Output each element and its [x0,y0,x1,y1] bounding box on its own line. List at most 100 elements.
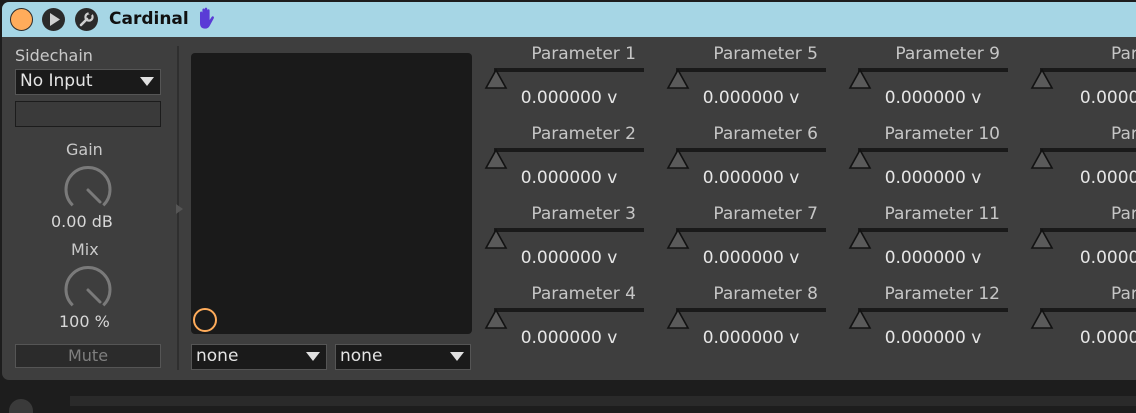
parameter-slider[interactable]: Parameter 6 0.000000 v [666,124,836,204]
parameter-name: Parameter 4 [531,284,636,304]
parameter-track[interactable] [676,148,826,152]
parameter-name: Parameter 8 [713,284,818,304]
parameter-value: 0.000000 v [884,248,982,268]
cardinal-display[interactable] [191,53,472,334]
sidechain-input-select[interactable]: No Input [15,69,161,95]
slider-handle-icon[interactable] [666,308,690,330]
parameter-slider[interactable]: Parameter 8 0.000000 v [666,284,836,364]
parameter-slider[interactable]: Paramet 0.00000 [1030,44,1136,124]
parameter-name: Parameter 6 [713,124,818,144]
sidechain-channel-field[interactable] [15,101,161,127]
cv-select-2-value: none [340,346,383,366]
slider-handle-icon[interactable] [1030,68,1054,90]
chevron-down-icon [450,352,464,361]
slider-handle-icon[interactable] [666,228,690,250]
slider-handle-icon[interactable] [1030,148,1054,170]
parameter-track[interactable] [1040,228,1136,232]
parameter-track[interactable] [494,148,644,152]
play-icon[interactable] [42,8,65,31]
slider-handle-icon[interactable] [1030,228,1054,250]
parameter-name: Parameter 11 [884,204,1000,224]
parameter-track[interactable] [494,68,644,72]
slider-handle-icon[interactable] [484,148,508,170]
parameter-track[interactable] [676,68,826,72]
parameter-name: Parameter 3 [531,204,636,224]
slider-handle-icon[interactable] [848,228,872,250]
mix-value: 100 % [59,312,110,331]
parameter-slider[interactable]: Parameter 1 0.000000 v [484,44,654,124]
parameter-slider[interactable]: Parameter 3 0.000000 v [484,204,654,284]
parameter-track[interactable] [1040,148,1136,152]
parameter-track[interactable] [858,228,1008,232]
parameter-slider[interactable]: Paramet 0.00000 [1030,124,1136,204]
parameter-value: 0.000000 v [702,328,800,348]
cv-select-1[interactable]: none [191,344,327,370]
parameter-name: Parameter 7 [713,204,818,224]
chevron-down-icon [140,77,154,86]
parameter-value: 0.000000 v [884,168,982,188]
slider-handle-icon[interactable] [848,148,872,170]
slider-handle-icon[interactable] [848,68,872,90]
device-cardinal: Cardinal Sidechain No Input Gain 0.00 dB… [2,2,1136,380]
device-titlebar[interactable]: Cardinal [2,2,1136,37]
mute-button[interactable]: Mute [15,344,161,368]
parameter-slider[interactable]: Parameter 7 0.000000 v [666,204,836,284]
parameter-track[interactable] [858,148,1008,152]
parameter-track[interactable] [676,228,826,232]
bottom-strip [70,396,1136,406]
parameter-value: 0.000000 v [884,88,982,108]
device-title: Cardinal [109,9,189,29]
cv-select-2[interactable]: none [335,344,471,370]
parameter-name: Parameter 10 [884,124,1000,144]
parameter-slider[interactable]: Parameter 9 0.000000 v [848,44,1018,124]
wrench-icon[interactable] [75,8,98,31]
slider-handle-icon[interactable] [484,308,508,330]
slider-handle-icon[interactable] [484,228,508,250]
parameter-slider[interactable]: Paramet 0.00000 [1030,284,1136,364]
parameter-slider[interactable]: Parameter 5 0.000000 v [666,44,836,124]
slider-handle-icon[interactable] [666,68,690,90]
parameter-name: Parameter 9 [895,44,1000,64]
chevron-down-icon [306,352,320,361]
parameter-name: Parameter 12 [884,284,1000,304]
parameter-track[interactable] [1040,308,1136,312]
cv-select-1-value: none [196,346,239,366]
gain-value: 0.00 dB [51,212,113,231]
parameter-value: 0.000000 v [702,168,800,188]
hand-icon[interactable] [196,7,216,35]
parameter-name: Parameter 2 [531,124,636,144]
parameter-track[interactable] [494,308,644,312]
parameter-slider[interactable]: Parameter 12 0.000000 v [848,284,1018,364]
parameter-track[interactable] [858,68,1008,72]
parameter-name: Paramet [1111,44,1136,64]
parameter-slider[interactable]: Parameter 4 0.000000 v [484,284,654,364]
parameter-value: 0.000000 v [520,328,618,348]
parameter-name: Paramet [1111,284,1136,304]
parameter-value: 0.000000 v [702,88,800,108]
mix-knob[interactable] [60,262,116,314]
parameter-name: Paramet [1111,204,1136,224]
parameter-slider[interactable]: Parameter 11 0.000000 v [848,204,1018,284]
parameter-slider[interactable]: Parameter 2 0.000000 v [484,124,654,204]
power-icon[interactable] [10,8,33,31]
display-indicator-icon[interactable] [193,308,217,332]
parameter-track[interactable] [1040,68,1136,72]
parameter-slider[interactable]: Parameter 10 0.000000 v [848,124,1018,204]
parameter-value: 0.00000 [1079,248,1136,268]
sidechain-input-value: No Input [20,71,93,91]
slider-handle-icon[interactable] [1030,308,1054,330]
sidechain-label: Sidechain [15,46,93,65]
parameter-track[interactable] [676,308,826,312]
parameter-value: 0.000000 v [884,328,982,348]
slider-handle-icon[interactable] [484,68,508,90]
parameter-track[interactable] [858,308,1008,312]
expand-arrow-icon[interactable] [175,202,185,216]
parameter-name: Paramet [1111,124,1136,144]
parameter-value: 0.00000 [1079,328,1136,348]
slider-handle-icon[interactable] [666,148,690,170]
slider-handle-icon[interactable] [848,308,872,330]
parameter-slider[interactable]: Paramet 0.00000 [1030,204,1136,284]
bottom-handle-icon [9,399,33,413]
gain-knob[interactable] [60,162,116,214]
parameter-track[interactable] [494,228,644,232]
